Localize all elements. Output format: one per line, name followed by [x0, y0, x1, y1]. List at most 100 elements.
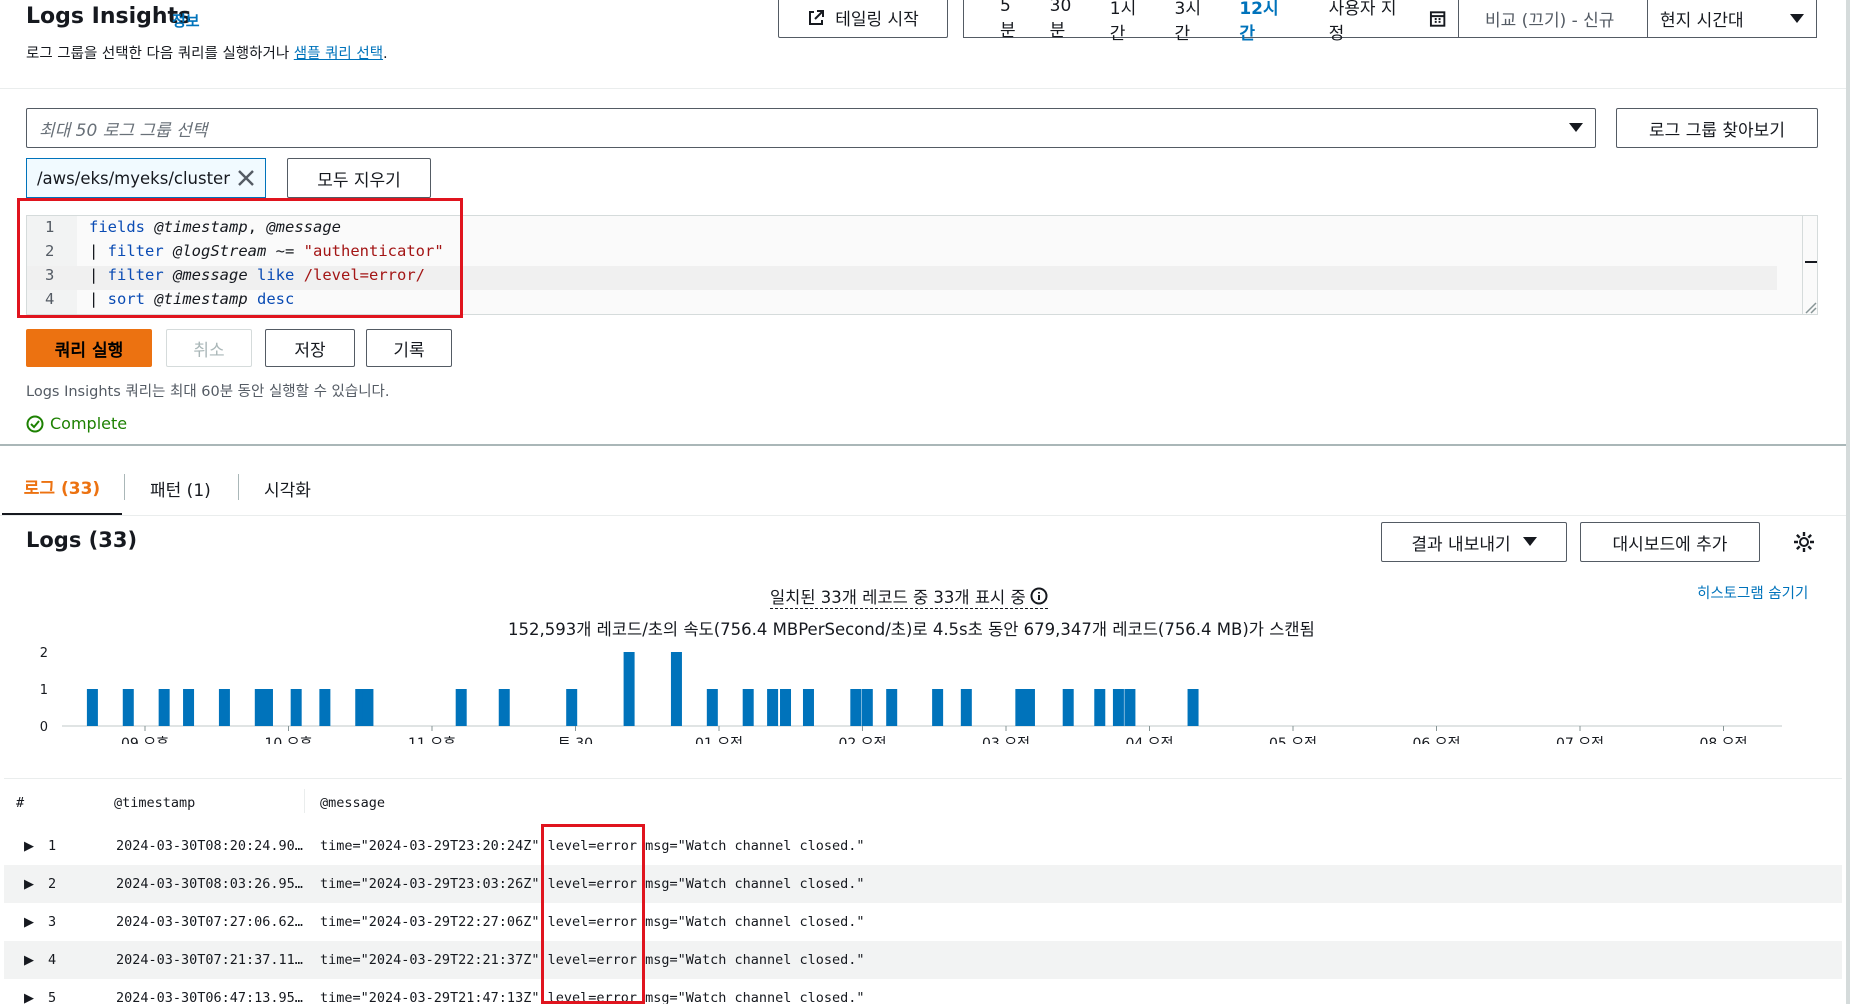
- row-index: 1: [48, 838, 57, 854]
- range-12h[interactable]: 12시간: [1227, 0, 1304, 44]
- sample-query-link[interactable]: 샘플 쿼리 선택: [294, 46, 383, 62]
- row-timestamp: 2024-03-30T07:27:06.62…: [116, 914, 303, 930]
- page-title: Logs Insights: [26, 4, 192, 29]
- custom-label: 사용자 지정: [1328, 0, 1397, 44]
- table-row[interactable]: ▶ 1 2024-03-30T08:20:24.90… time="2024-0…: [4, 827, 1842, 865]
- x-tick-label: 03 오전: [982, 736, 1030, 744]
- x-tick-label: 토 30: [558, 736, 593, 744]
- x-tick-label: 07 오전: [1556, 736, 1604, 744]
- range-custom[interactable]: 사용자 지정: [1305, 0, 1458, 44]
- query-status: Complete: [26, 414, 127, 433]
- histogram-bar: [1124, 689, 1136, 726]
- histogram-bar: [932, 689, 944, 726]
- row-index: 5: [48, 990, 57, 1004]
- tab-patterns[interactable]: 패턴 (1): [150, 460, 211, 516]
- history-button[interactable]: 기록: [366, 329, 452, 367]
- tab-separator: [238, 474, 239, 500]
- histogram-bar: [850, 689, 862, 726]
- info-link[interactable]: 정보: [172, 10, 200, 31]
- clear-all-button[interactable]: 모두 지우기: [287, 158, 431, 198]
- histogram-bar: [780, 689, 792, 726]
- scan-stats-text: 152,593개 레코드/초의 속도(756.4 MBPerSecond/초)로…: [508, 620, 1315, 639]
- level-error-highlight-box: [541, 824, 645, 1004]
- row-timestamp: 2024-03-30T08:20:24.90…: [116, 838, 303, 854]
- table-row[interactable]: ▶ 4 2024-03-30T07:21:37.11… time="2024-0…: [4, 941, 1842, 979]
- check-circle-icon: [26, 415, 44, 432]
- save-button[interactable]: 저장: [265, 329, 355, 367]
- run-query-button[interactable]: 쿼리 실행: [26, 329, 152, 367]
- time-range-selector: 5분 30분 1시간 3시간 12시간 사용자 지정: [963, 0, 1459, 44]
- range-1h[interactable]: 1시간: [1098, 0, 1163, 44]
- expand-row-icon[interactable]: ▶: [24, 953, 34, 968]
- info-icon[interactable]: [1030, 587, 1048, 605]
- browse-log-groups-button[interactable]: 로그 그룹 찾아보기: [1616, 108, 1818, 148]
- col-header-timestamp[interactable]: @timestamp: [114, 795, 195, 811]
- expand-row-icon[interactable]: ▶: [24, 991, 34, 1004]
- row-index: 3: [48, 914, 57, 930]
- tabs-divider: [0, 515, 1850, 516]
- tab-logs-label: 로그 (33): [23, 479, 101, 499]
- hide-histogram-link[interactable]: 히스토그램 숨기기: [1697, 582, 1808, 603]
- histogram-bar: [960, 689, 972, 726]
- col-header-message[interactable]: @message: [320, 795, 385, 811]
- tab-visualization-label: 시각화: [264, 480, 311, 501]
- row-index: 4: [48, 952, 57, 968]
- row-timestamp: 2024-03-30T06:47:13.95…: [116, 990, 303, 1004]
- caret-down-icon: [1522, 537, 1537, 546]
- x-tick-label: 01 오전: [695, 736, 743, 744]
- histogram-bar: [1187, 689, 1199, 726]
- expand-row-icon[interactable]: ▶: [24, 877, 34, 892]
- close-icon[interactable]: [237, 169, 255, 187]
- histogram-bar: [86, 689, 98, 726]
- histogram-bar: [498, 689, 510, 726]
- histogram-bar: [623, 652, 635, 726]
- compare-toggle[interactable]: 비교 (끄기) - 신규: [1458, 0, 1648, 38]
- table-row[interactable]: ▶ 2 2024-03-30T08:03:26.95… time="2024-0…: [4, 865, 1842, 903]
- histogram-bar: [706, 689, 718, 726]
- subtitle-text: 로그 그룹을 선택한 다음 쿼리를 실행하거나: [26, 46, 294, 62]
- expand-row-icon[interactable]: ▶: [24, 839, 34, 854]
- histogram-bar: [670, 652, 682, 726]
- start-tailing-button[interactable]: 테일링 시작: [778, 0, 948, 38]
- range-5m[interactable]: 5분: [988, 0, 1038, 41]
- histogram-bar: [218, 689, 230, 726]
- row-timestamp: 2024-03-30T08:03:26.95…: [116, 876, 303, 892]
- histogram-bar: [1094, 689, 1106, 726]
- histogram-bar: [122, 689, 134, 726]
- page-scrollbar[interactable]: [1846, 0, 1850, 1004]
- caret-down-icon: [1790, 13, 1804, 23]
- matched-text: 일치된 33개 레코드 중 33개 표시 중: [770, 588, 1026, 607]
- tab-logs[interactable]: 로그 (33): [2, 460, 122, 516]
- histogram-bar: [1023, 689, 1035, 726]
- histogram-bar: [362, 689, 374, 726]
- resize-handle-icon[interactable]: [1803, 300, 1817, 314]
- col-header-index: #: [16, 795, 25, 811]
- export-results-button[interactable]: 결과 내보내기: [1381, 522, 1567, 562]
- histogram-bar: [455, 689, 467, 726]
- row-timestamp: 2024-03-30T07:21:37.11…: [116, 952, 303, 968]
- row-index: 2: [48, 876, 57, 892]
- range-3h[interactable]: 3시간: [1163, 0, 1228, 44]
- x-tick-label: 08 오전: [1699, 736, 1747, 744]
- histogram-bar: [290, 689, 302, 726]
- subtitle-suffix: .: [383, 46, 388, 62]
- x-tick-label: 10 오후: [264, 736, 312, 744]
- table-row[interactable]: ▶ 3 2024-03-30T07:27:06.62… time="2024-0…: [4, 903, 1842, 941]
- x-tick-label: 11 오후: [408, 736, 456, 744]
- cancel-button[interactable]: 취소: [166, 329, 252, 367]
- log-group-placeholder: 최대 50 로그 그룹 선택: [39, 120, 208, 141]
- tab-visualization[interactable]: 시각화: [264, 460, 311, 516]
- log-group-select[interactable]: 최대 50 로그 그룹 선택: [26, 108, 1596, 148]
- start-tailing-label: 테일링 시작: [835, 10, 919, 30]
- gear-icon[interactable]: [1793, 531, 1815, 553]
- histogram-bar: [183, 689, 195, 726]
- expand-row-icon[interactable]: ▶: [24, 915, 34, 930]
- range-30m[interactable]: 30분: [1038, 0, 1098, 41]
- export-label: 결과 내보내기: [1411, 534, 1511, 555]
- histogram-bar: [261, 689, 273, 726]
- add-to-dashboard-button[interactable]: 대시보드에 추가: [1580, 522, 1760, 562]
- table-row[interactable]: ▶ 5 2024-03-30T06:47:13.95… time="2024-0…: [4, 979, 1842, 1004]
- compare-label: 비교 (끄기) - 신규: [1485, 11, 1615, 31]
- header-divider: [0, 88, 1850, 89]
- timezone-select[interactable]: 현지 시간대: [1647, 0, 1817, 38]
